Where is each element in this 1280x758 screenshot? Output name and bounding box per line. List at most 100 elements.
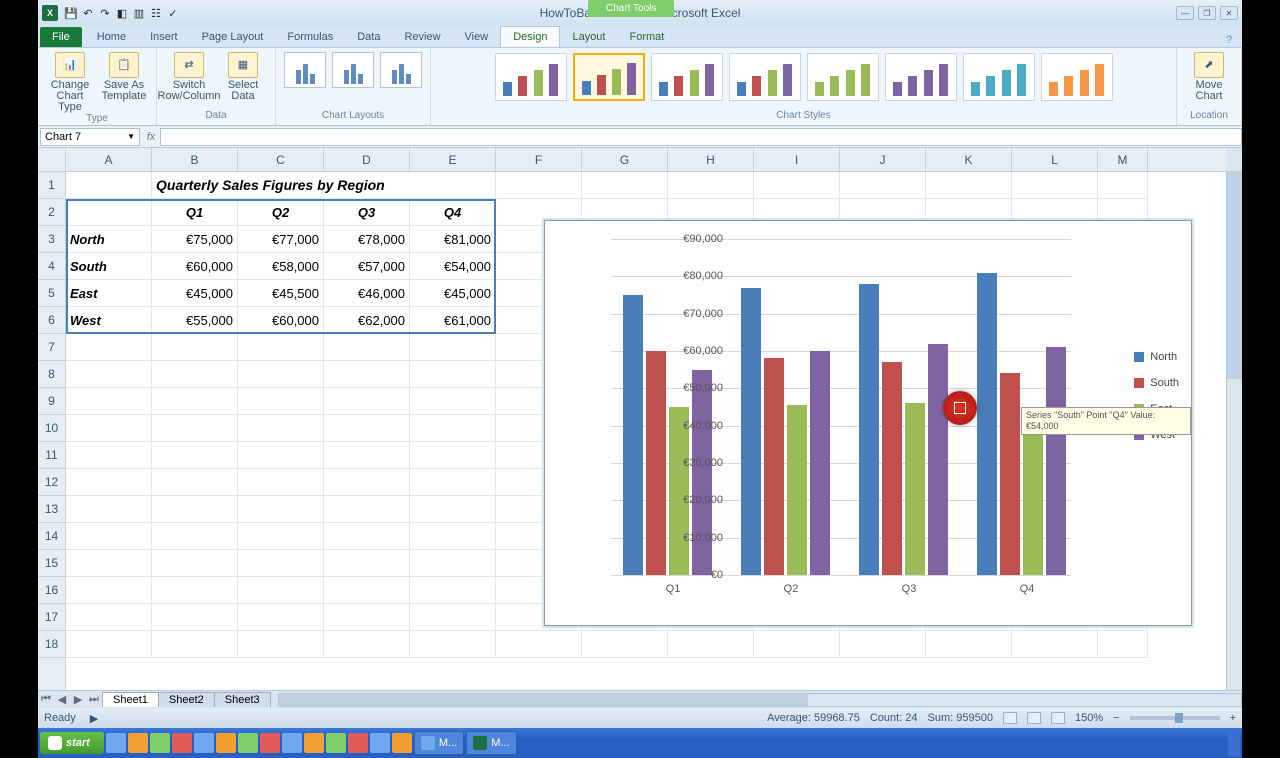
- column-header[interactable]: M: [1098, 148, 1148, 171]
- cell[interactable]: Q2: [238, 199, 324, 226]
- cell[interactable]: [926, 172, 1012, 199]
- cell[interactable]: [410, 577, 496, 604]
- formula-input[interactable]: [160, 128, 1242, 146]
- cell[interactable]: [582, 172, 668, 199]
- cell[interactable]: [66, 199, 152, 226]
- chart-style-option[interactable]: [1041, 53, 1113, 101]
- chart-bar[interactable]: [646, 351, 666, 575]
- cell[interactable]: [324, 415, 410, 442]
- cell[interactable]: [66, 388, 152, 415]
- row-header[interactable]: 18: [38, 631, 65, 658]
- cell[interactable]: [324, 388, 410, 415]
- cell[interactable]: [152, 523, 238, 550]
- embedded-chart[interactable]: Q1Q2Q3Q4 NorthSouthEastWest Series "Sout…: [544, 220, 1192, 626]
- save-as-template-button[interactable]: 📋Save As Template: [98, 50, 150, 102]
- tab-data[interactable]: Data: [345, 27, 392, 47]
- chart-style-option[interactable]: [495, 53, 567, 101]
- column-header[interactable]: B: [152, 148, 238, 171]
- column-header[interactable]: I: [754, 148, 840, 171]
- cell[interactable]: [152, 415, 238, 442]
- view-layout-button[interactable]: [1027, 712, 1041, 724]
- horizontal-scrollbar[interactable]: [278, 693, 1242, 707]
- cell[interactable]: [238, 604, 324, 631]
- row-header[interactable]: 17: [38, 604, 65, 631]
- cell[interactable]: [238, 442, 324, 469]
- cell[interactable]: Quarterly Sales Figures by Region: [152, 172, 496, 199]
- row-header[interactable]: 9: [38, 388, 65, 415]
- cell[interactable]: [668, 631, 754, 658]
- cell[interactable]: [324, 496, 410, 523]
- row-header[interactable]: 6: [38, 307, 65, 334]
- tab-format[interactable]: Format: [617, 27, 676, 47]
- cell[interactable]: [324, 469, 410, 496]
- taskbar-quick-icon[interactable]: [194, 733, 214, 753]
- cell[interactable]: [152, 604, 238, 631]
- cell[interactable]: [324, 523, 410, 550]
- row-header[interactable]: 1: [38, 172, 65, 199]
- cell[interactable]: [238, 388, 324, 415]
- taskbar-quick-icon[interactable]: [282, 733, 302, 753]
- cell[interactable]: [840, 631, 926, 658]
- macro-icon[interactable]: ▶: [90, 712, 98, 725]
- sheet-tab[interactable]: Sheet2: [158, 692, 215, 707]
- tab-nav-next[interactable]: ▶: [70, 693, 86, 706]
- cell[interactable]: [324, 604, 410, 631]
- column-header[interactable]: A: [66, 148, 152, 171]
- tab-file[interactable]: File: [40, 27, 82, 47]
- column-header[interactable]: E: [410, 148, 496, 171]
- move-chart-button[interactable]: ⬈Move Chart: [1183, 50, 1235, 102]
- chart-style-option[interactable]: [651, 53, 723, 101]
- cell[interactable]: [410, 604, 496, 631]
- column-header[interactable]: C: [238, 148, 324, 171]
- cell[interactable]: [926, 631, 1012, 658]
- cell[interactable]: [66, 550, 152, 577]
- zoom-level[interactable]: 150%: [1075, 712, 1103, 724]
- chart-style-option[interactable]: [729, 53, 801, 101]
- system-tray[interactable]: [1228, 730, 1240, 756]
- cell[interactable]: [582, 631, 668, 658]
- cell[interactable]: [66, 523, 152, 550]
- cell[interactable]: [324, 361, 410, 388]
- tab-design[interactable]: Design: [500, 26, 560, 47]
- chart-style-option[interactable]: [573, 53, 645, 101]
- taskbar-quick-icon[interactable]: [172, 733, 192, 753]
- fx-icon[interactable]: fx: [142, 131, 160, 143]
- row-header[interactable]: 5: [38, 280, 65, 307]
- row-header[interactable]: 14: [38, 523, 65, 550]
- cell[interactable]: €58,000: [238, 253, 324, 280]
- taskbar-quick-icon[interactable]: [392, 733, 412, 753]
- zoom-slider[interactable]: [1130, 716, 1220, 720]
- qat-icon[interactable]: ✓: [166, 6, 180, 20]
- qat-icon[interactable]: ◧: [115, 6, 129, 20]
- taskbar-quick-icon[interactable]: [106, 733, 126, 753]
- cell[interactable]: [496, 631, 582, 658]
- cell[interactable]: [410, 631, 496, 658]
- cell[interactable]: South: [66, 253, 152, 280]
- cell[interactable]: €45,000: [410, 280, 496, 307]
- switch-row-column-button[interactable]: ⇄Switch Row/Column: [163, 50, 215, 102]
- cell[interactable]: [238, 550, 324, 577]
- cell[interactable]: [66, 577, 152, 604]
- taskbar-quick-icon[interactable]: [260, 733, 280, 753]
- cell[interactable]: €45,000: [152, 280, 238, 307]
- row-header[interactable]: 3: [38, 226, 65, 253]
- tab-review[interactable]: Review: [392, 27, 452, 47]
- cell[interactable]: [1098, 172, 1148, 199]
- view-normal-button[interactable]: [1003, 712, 1017, 724]
- chart-bar[interactable]: [669, 407, 689, 575]
- cell[interactable]: [66, 415, 152, 442]
- cell[interactable]: €45,500: [238, 280, 324, 307]
- taskbar-item[interactable]: M...: [466, 731, 516, 755]
- start-button[interactable]: start: [40, 732, 104, 754]
- taskbar-quick-icon[interactable]: [348, 733, 368, 753]
- taskbar-quick-icon[interactable]: [326, 733, 346, 753]
- cell[interactable]: [410, 415, 496, 442]
- taskbar-item[interactable]: M...: [414, 731, 464, 755]
- cell[interactable]: [152, 469, 238, 496]
- column-header[interactable]: K: [926, 148, 1012, 171]
- tab-nav-last[interactable]: ⏭: [86, 693, 102, 706]
- vertical-scrollbar[interactable]: [1226, 172, 1242, 690]
- row-header[interactable]: 12: [38, 469, 65, 496]
- chart-plot-area[interactable]: Q1Q2Q3Q4: [611, 239, 1071, 575]
- cell[interactable]: [1012, 172, 1098, 199]
